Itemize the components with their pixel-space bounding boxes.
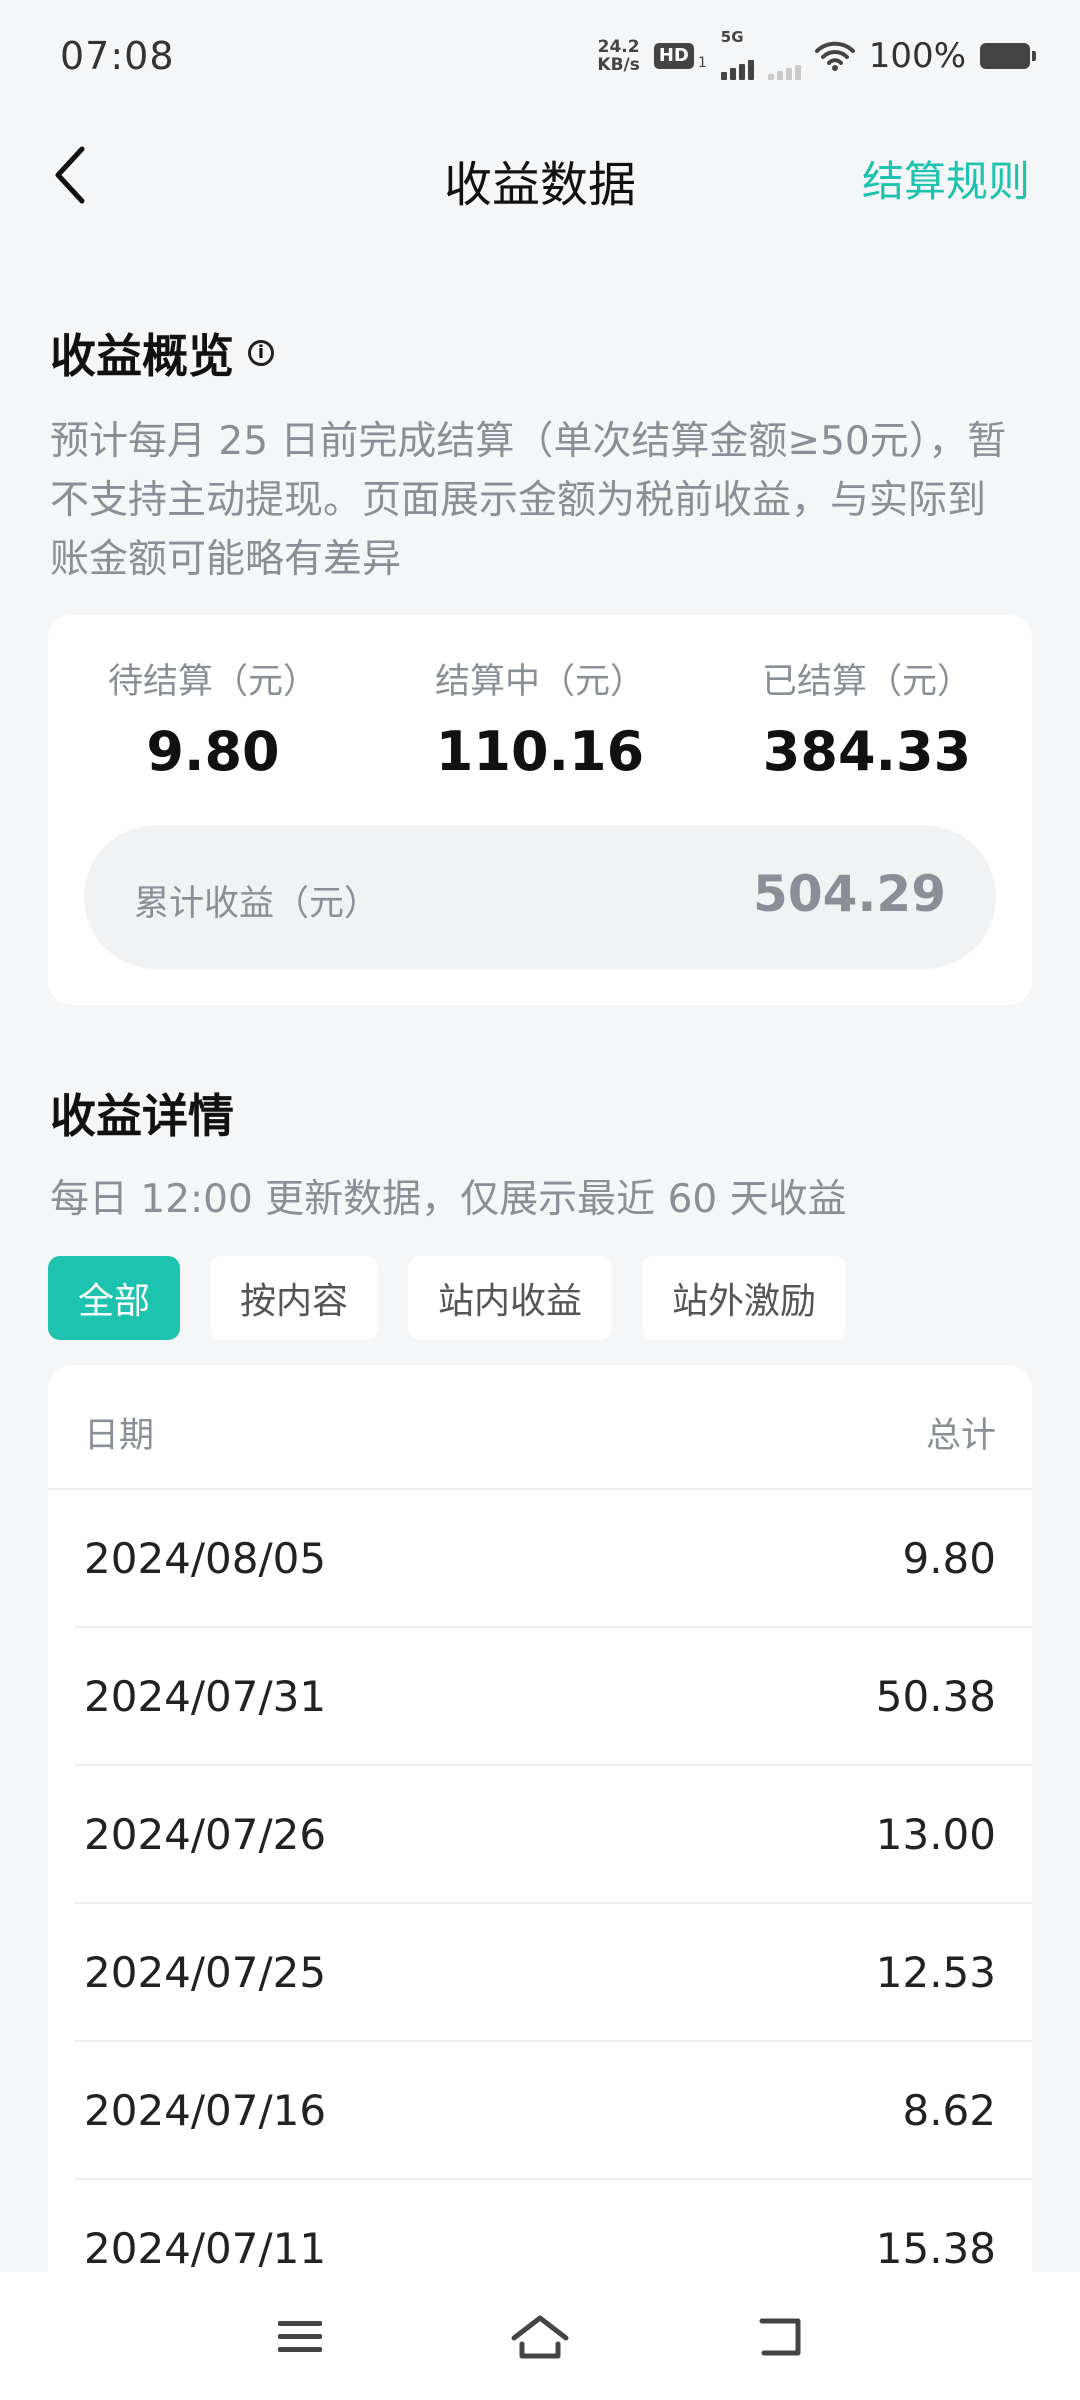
cumulative-earnings-label: 累计收益（元） — [134, 884, 380, 924]
stat-settled: 已结算（元） 384.33 — [702, 653, 1032, 783]
overview-title: 收益概览 — [50, 329, 234, 383]
row-amount: 15.38 — [875, 2224, 996, 2273]
nav-home-button[interactable] — [500, 2302, 580, 2372]
row-amount: 12.53 — [875, 1948, 996, 1997]
earnings-table: 日期 总计 2024/08/05 9.80 2024/07/31 50.38 2… — [48, 1365, 1032, 2400]
stat-settling-value: 110.16 — [435, 720, 645, 783]
network-speed: 24.2 KB/s — [597, 38, 639, 74]
network-speed-value: 24.2 — [597, 37, 640, 57]
hd-sub-label: 1 — [697, 55, 707, 71]
column-date: 日期 — [84, 1416, 155, 1456]
network-type: 5G — [720, 28, 744, 46]
home-icon — [511, 2315, 569, 2359]
table-row[interactable]: 2024/07/25 12.53 — [74, 1904, 1032, 2042]
details-title: 收益详情 — [50, 1089, 234, 1143]
cumulative-earnings-value: 504.29 — [753, 865, 946, 923]
stat-pending: 待结算（元） 9.80 — [48, 653, 378, 783]
table-row[interactable]: 2024/07/16 8.62 — [74, 2042, 1032, 2180]
row-amount: 8.62 — [902, 2086, 996, 2135]
status-bar: 07:08 24.2 KB/s HD 1 5G 100% — [0, 0, 1080, 115]
nav-menu-button[interactable] — [260, 2302, 340, 2372]
table-header: 日期 总计 — [48, 1365, 1032, 1490]
status-time: 07:08 — [60, 34, 175, 78]
row-date: 2024/08/05 — [84, 1534, 327, 1583]
network-speed-unit: KB/s — [597, 55, 640, 75]
battery-percent: 100% — [868, 36, 966, 76]
stat-settling: 结算中（元） 110.16 — [375, 653, 705, 783]
info-icon[interactable]: i — [248, 340, 274, 366]
summary-card: 待结算（元） 9.80 结算中（元） 110.16 已结算（元） 384.33 … — [48, 615, 1032, 1005]
stat-pending-label: 待结算（元） — [107, 662, 318, 702]
stat-settling-label: 结算中（元） — [434, 662, 645, 702]
table-row[interactable]: 2024/07/26 13.00 — [74, 1766, 1032, 1904]
details-title-row: 收益详情 — [50, 1080, 234, 1146]
table-row[interactable]: 2024/07/31 50.38 — [74, 1628, 1032, 1766]
row-amount: 13.00 — [875, 1810, 996, 1859]
row-date: 2024/07/16 — [84, 2086, 327, 2135]
tab-onsite-earnings[interactable]: 站内收益 — [408, 1256, 613, 1340]
filter-tabs: 全部 按内容 站内收益 站外激励 — [48, 1256, 847, 1340]
settlement-rules-link[interactable]: 结算规则 — [862, 148, 1030, 209]
table-row[interactable]: 2024/08/05 9.80 — [74, 1490, 1032, 1628]
stat-settled-value: 384.33 — [762, 720, 972, 783]
earnings-page: 07:08 24.2 KB/s HD 1 5G 100% 收益数据 结算规则 收… — [0, 0, 1080, 2400]
column-total: 总计 — [925, 1416, 996, 1456]
row-date: 2024/07/26 — [84, 1810, 327, 1859]
tab-by-content[interactable]: 按内容 — [210, 1256, 379, 1340]
wifi-icon — [814, 41, 855, 71]
row-amount: 9.80 — [902, 1534, 996, 1583]
battery-icon — [980, 43, 1036, 69]
stat-settled-label: 已结算（元） — [761, 662, 972, 702]
return-icon — [759, 2318, 801, 2356]
signal-5g-icon: 5G — [720, 28, 754, 80]
row-date: 2024/07/11 — [84, 2224, 327, 2273]
row-amount: 50.38 — [875, 1672, 996, 1721]
row-date: 2024/07/31 — [84, 1672, 327, 1721]
hd-icon: HD — [653, 43, 694, 69]
system-nav-bar — [0, 2272, 1080, 2400]
status-icons: 24.2 KB/s HD 1 5G 100% — [597, 28, 1036, 80]
nav-header: 收益数据 结算规则 — [0, 115, 1080, 235]
signal-secondary-icon — [767, 32, 801, 80]
stat-pending-value: 9.80 — [146, 720, 280, 783]
nav-back-button[interactable] — [740, 2302, 820, 2372]
row-date: 2024/07/25 — [84, 1948, 327, 1997]
overview-title-row: 收益概览 i — [50, 320, 274, 386]
tab-offsite-incentive[interactable]: 站外激励 — [642, 1256, 847, 1340]
cumulative-earnings: 累计收益（元） 504.29 — [84, 825, 996, 969]
overview-description: 预计每月 25 日前完成结算（单次结算金额≥50元），暂不支持主动提现。页面展示… — [50, 419, 1007, 582]
details-description: 每日 12:00 更新数据，仅展示最近 60 天收益 — [50, 1177, 847, 1222]
tab-all[interactable]: 全部 — [48, 1256, 181, 1340]
menu-icon — [278, 2321, 322, 2352]
